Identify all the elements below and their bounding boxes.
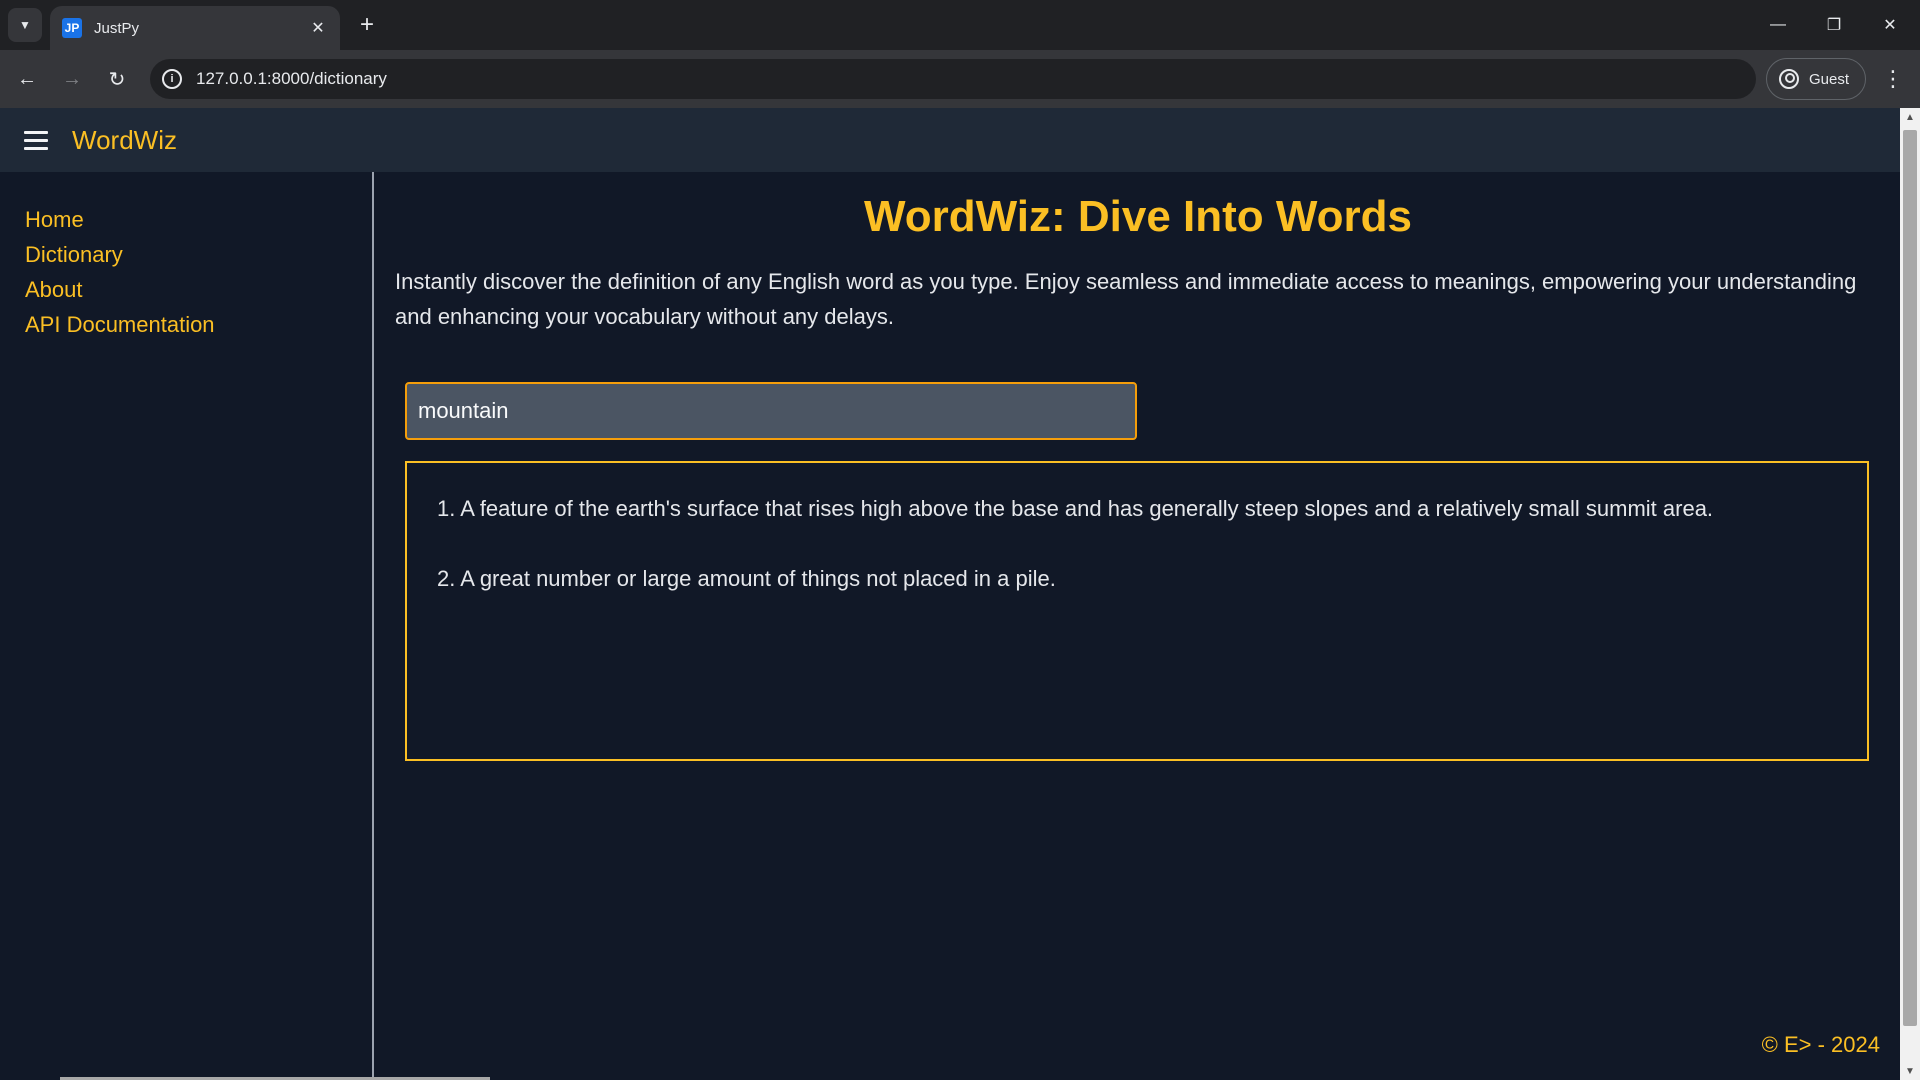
back-button[interactable]: ← [12, 64, 42, 94]
definition-item: 1. A feature of the earth's surface that… [437, 496, 1714, 521]
scroll-up-icon[interactable]: ▲ [1900, 108, 1920, 126]
info-icon[interactable]: i [162, 69, 182, 89]
sidebar-nav: Home Dictionary About API Documentation [0, 172, 374, 1080]
tab-search-button[interactable]: ▼ [8, 8, 42, 42]
minimize-icon: — [1770, 16, 1786, 33]
browser-tab-bar: ▼ JP JustPy ✕ + — ❐ ✕ [0, 0, 1920, 50]
app-header: WordWiz [0, 108, 1900, 172]
chevron-down-icon: ▼ [19, 18, 31, 32]
scroll-down-icon[interactable]: ▼ [1900, 1062, 1920, 1080]
address-bar[interactable]: i 127.0.0.1:8000/dictionary [150, 59, 1756, 99]
reload-button[interactable]: ↻ [102, 64, 132, 94]
tab-title: JustPy [94, 19, 140, 37]
url-text: 127.0.0.1:8000/dictionary [196, 69, 387, 88]
sidebar-item-dictionary[interactable]: Dictionary [25, 237, 372, 272]
browser-menu-button[interactable]: ⋮ [1878, 64, 1908, 94]
close-icon: ✕ [1883, 17, 1897, 34]
arrow-right-icon: → [62, 67, 82, 90]
scrollbar-thumb[interactable] [1903, 130, 1917, 1026]
plus-icon: + [359, 11, 374, 38]
minimize-button[interactable]: — [1750, 0, 1806, 50]
profile-label: Guest [1809, 70, 1850, 88]
menu-icon[interactable] [24, 130, 48, 150]
browser-toolbar: ← → ↻ i 127.0.0.1:8000/dictionary Guest … [0, 50, 1920, 108]
web-page: WordWiz Home Dictionary About API Docume… [0, 108, 1900, 1080]
profile-icon [1779, 69, 1799, 89]
reload-icon: ↻ [108, 68, 126, 91]
more-vertical-icon: ⋮ [1882, 66, 1904, 91]
arrow-left-icon: ← [17, 67, 37, 90]
forward-button[interactable]: → [57, 64, 87, 94]
new-tab-button[interactable]: + [352, 10, 382, 40]
definition-item: 2. A great number or large amount of thi… [437, 566, 1056, 591]
restore-icon: ❐ [1826, 17, 1842, 34]
favicon-icon: JP [62, 18, 82, 38]
app-brand: WordWiz [72, 124, 177, 155]
close-icon[interactable]: ✕ [308, 18, 328, 38]
vertical-scrollbar[interactable]: ▲ ▼ [1900, 108, 1920, 1080]
sidebar-item-about[interactable]: About [25, 272, 372, 307]
browser-tab[interactable]: JP JustPy ✕ [50, 6, 340, 50]
main-content: WordWiz: Dive Into Words Instantly disco… [376, 172, 1900, 1080]
profile-button[interactable]: Guest [1766, 58, 1866, 100]
sidebar-item-api-documentation[interactable]: API Documentation [25, 307, 372, 342]
sidebar-item-home[interactable]: Home [25, 202, 372, 237]
definitions-box: 1. A feature of the earth's surface that… [405, 461, 1869, 761]
close-window-button[interactable]: ✕ [1862, 0, 1918, 50]
page-title: WordWiz: Dive Into Words [864, 192, 1412, 241]
page-description: Instantly discover the definition of any… [395, 269, 1857, 329]
word-search-input[interactable] [405, 382, 1137, 440]
footer-copyright: © E> - 2024 [1761, 1032, 1880, 1057]
restore-button[interactable]: ❐ [1806, 0, 1862, 50]
